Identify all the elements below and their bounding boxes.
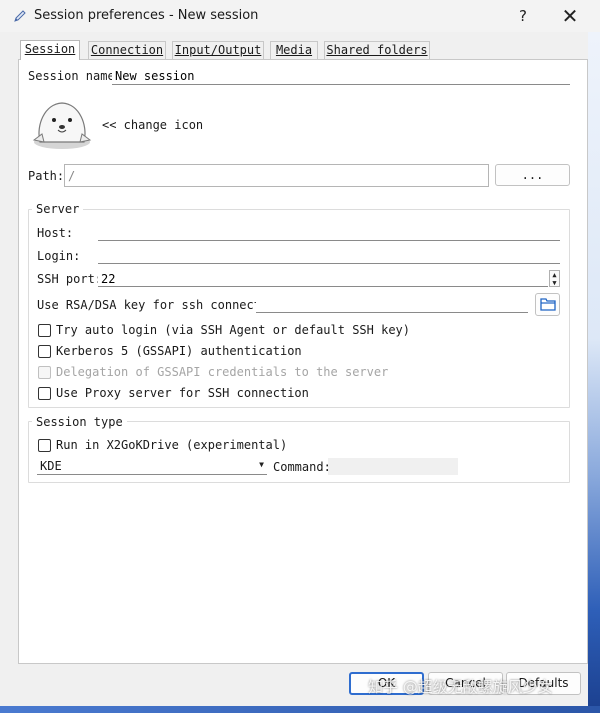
path-label: Path: bbox=[28, 169, 65, 183]
kerberos-checkbox[interactable] bbox=[38, 345, 51, 358]
folder-icon bbox=[539, 298, 556, 311]
change-icon-link[interactable]: << change icon bbox=[102, 118, 203, 132]
desktop-background-bottom bbox=[0, 706, 600, 713]
command-label: Command: bbox=[273, 460, 331, 474]
session-type-select[interactable]: KDE ▼ bbox=[37, 458, 267, 475]
login-label: Login: bbox=[37, 249, 81, 263]
help-button[interactable]: ? bbox=[509, 4, 537, 28]
desktop-background bbox=[588, 32, 600, 713]
spin-down-icon[interactable]: ▼ bbox=[550, 279, 559, 287]
tab-input-output[interactable]: Input/Output bbox=[172, 41, 264, 59]
auto-login-label: Try auto login (via SSH Agent or default… bbox=[56, 323, 411, 337]
host-input[interactable] bbox=[98, 225, 560, 241]
chevron-down-icon: ▼ bbox=[259, 460, 264, 469]
close-button[interactable]: ✕ bbox=[556, 4, 584, 28]
auto-login-checkbox[interactable] bbox=[38, 324, 51, 337]
tab-media[interactable]: Media bbox=[270, 41, 318, 59]
ssh-port-label: SSH port: bbox=[37, 272, 103, 286]
session-name-label: Session name: bbox=[28, 69, 122, 83]
tab-connection[interactable]: Connection bbox=[88, 41, 166, 59]
rsa-key-input[interactable] bbox=[256, 297, 528, 313]
command-input bbox=[328, 458, 458, 475]
rsa-key-label: Use RSA/DSA key for ssh connection: bbox=[37, 298, 290, 312]
x2gokdrive-label: Run in X2GoKDrive (experimental) bbox=[56, 438, 288, 452]
window-title: Session preferences - New session bbox=[34, 8, 259, 23]
ssh-port-spinner[interactable]: ▲ ▼ bbox=[549, 270, 560, 287]
session-type-title: Session type bbox=[32, 415, 127, 429]
x2gokdrive-checkbox[interactable] bbox=[38, 439, 51, 452]
path-input[interactable] bbox=[64, 164, 489, 187]
session-seal-icon[interactable] bbox=[30, 96, 94, 152]
browse-path-button[interactable]: ... bbox=[495, 164, 570, 186]
browse-key-button[interactable] bbox=[535, 293, 560, 316]
login-input[interactable] bbox=[98, 248, 560, 264]
session-type-value: KDE bbox=[40, 459, 62, 473]
proxy-label: Use Proxy server for SSH connection bbox=[56, 386, 309, 400]
host-label: Host: bbox=[37, 226, 74, 240]
pen-icon bbox=[12, 8, 28, 24]
tab-shared-folders[interactable]: Shared folders bbox=[324, 41, 430, 59]
kerberos-label: Kerberos 5 (GSSAPI) authentication bbox=[56, 344, 302, 358]
gssapi-delegation-checkbox bbox=[38, 366, 51, 379]
gssapi-delegation-label: Delegation of GSSAPI credentials to the … bbox=[56, 365, 389, 379]
spin-up-icon[interactable]: ▲ bbox=[550, 271, 559, 279]
session-name-input[interactable] bbox=[112, 68, 570, 85]
watermark: 知乎 @超级无敌螺旋风少女 bbox=[368, 678, 553, 696]
tab-session[interactable]: Session bbox=[20, 40, 80, 60]
proxy-checkbox[interactable] bbox=[38, 387, 51, 400]
server-group-title: Server bbox=[32, 202, 84, 216]
ssh-port-input[interactable] bbox=[98, 271, 548, 287]
